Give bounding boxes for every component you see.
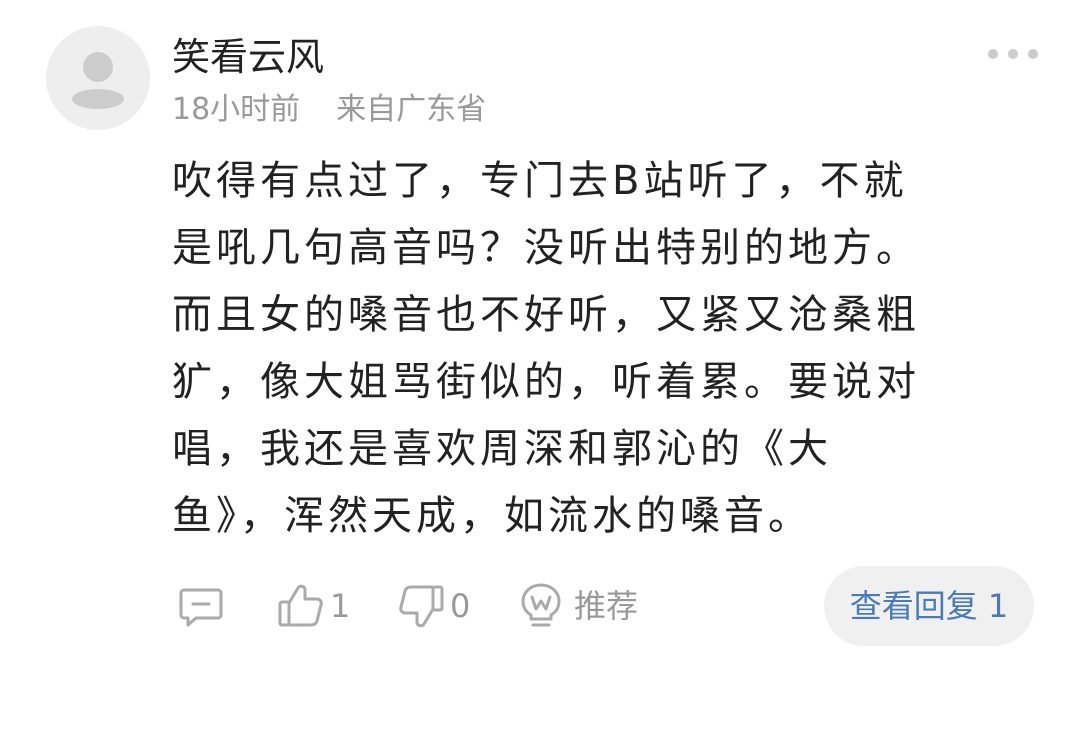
recommend-button[interactable]: 推荐 <box>518 566 638 646</box>
thumbs-up-icon <box>278 584 323 627</box>
thumbs-down-icon <box>399 585 444 628</box>
comment-text-line: 而且女的嗓音也不好听，又紧又沧桑粗 <box>172 292 920 338</box>
comment-text-line: 吹得有点过了，专门去B站听了，不就 <box>172 158 908 204</box>
comment-text-line: 是吼几句高音吗？没听出特别的地方。 <box>172 225 920 271</box>
avatar[interactable] <box>46 26 150 130</box>
comment-meta: 18小时前 来自广东省 <box>172 88 486 132</box>
recommend-icon <box>521 583 561 627</box>
like-count: 1 <box>330 587 351 625</box>
dislike-button[interactable]: 0 <box>396 566 470 646</box>
comment-text-line: 犷，像大姐骂街似的，听着累。要说对 <box>172 359 920 405</box>
dislike-count: 0 <box>450 587 471 625</box>
comment-text-line: 鱼》，浑然天成，如流水的嗓音。 <box>172 493 812 539</box>
comment-card: 笑看云风 18小时前 来自广东省 吹得有点过了，专门去B站听了，不就 是吼几句高音… <box>0 0 1080 729</box>
more-dots-icon <box>988 49 1038 59</box>
view-replies-button[interactable]: 查看回复 1 <box>824 566 1034 646</box>
comment-icon <box>179 588 223 627</box>
comment-text: 吹得有点过了，专门去B站听了，不就 是吼几句高音吗？没听出特别的地方。 而且女的… <box>172 148 1032 550</box>
more-options-button[interactable] <box>978 36 1048 72</box>
like-button[interactable]: 1 <box>276 566 350 646</box>
comment-time: 18小时前 <box>172 92 301 127</box>
recommend-label: 推荐 <box>574 587 639 625</box>
default-user-avatar-icon <box>72 52 124 109</box>
comment-text-line: 唱，我还是喜欢周深和郭沁的《大 <box>172 426 832 472</box>
reply-button[interactable] <box>176 566 226 646</box>
comment-location: 来自广东省 <box>336 92 487 127</box>
username[interactable]: 笑看云风 <box>172 30 324 84</box>
